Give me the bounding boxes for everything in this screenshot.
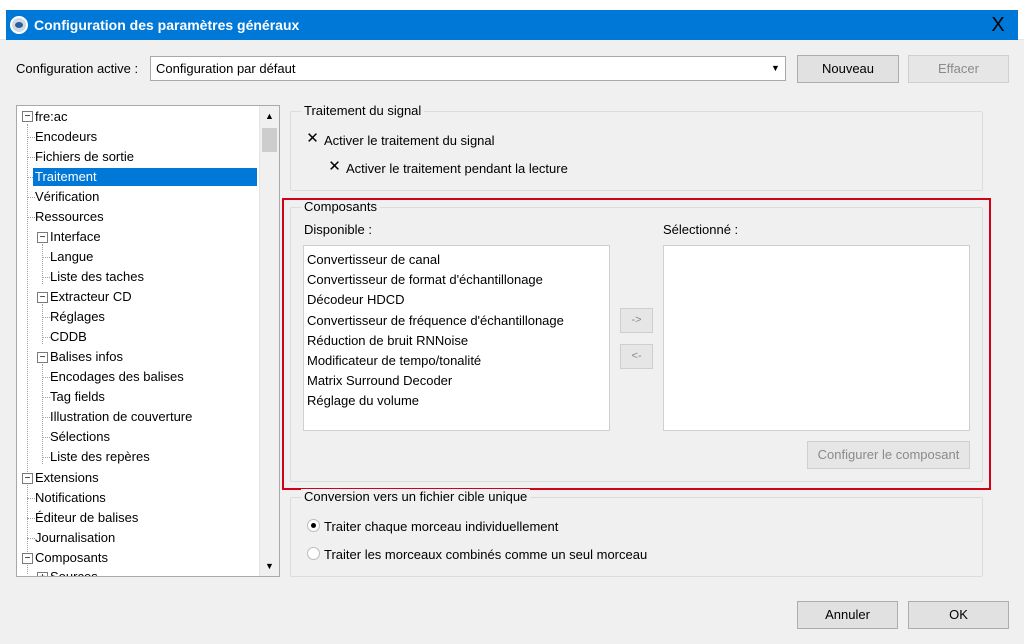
scroll-down-icon[interactable]: ▼ <box>260 556 279 576</box>
tree-item-balises-infos[interactable]: Balises infos <box>50 348 123 366</box>
tree-branch <box>42 257 50 258</box>
tree-item-sources[interactable]: Sources <box>50 568 98 576</box>
tree-item-journalisation[interactable]: Journalisation <box>35 529 115 547</box>
tree-item-verification[interactable]: Vérification <box>35 188 99 206</box>
scroll-thumb[interactable] <box>262 128 277 152</box>
tree-branch <box>27 197 35 198</box>
cancel-button[interactable]: Annuler <box>797 601 898 629</box>
tree-item-illustration[interactable]: Illustration de couverture <box>50 408 192 426</box>
tree-item-reglages[interactable]: Réglages <box>50 308 105 326</box>
tree-expander-icon[interactable]: − <box>22 111 33 122</box>
active-config-label: Configuration active : <box>16 61 139 76</box>
tree-expander-icon[interactable]: + <box>37 572 48 576</box>
combined-radio-label[interactable]: Traiter les morceaux combinés comme un s… <box>324 547 647 562</box>
tree-branch <box>42 317 50 318</box>
tree-branch <box>27 137 35 138</box>
tree-item-composants[interactable]: Composants <box>35 549 108 567</box>
highlight-frame <box>282 198 991 490</box>
tree-item-langue[interactable]: Langue <box>50 248 93 266</box>
signal-processing-title: Traitement du signal <box>301 103 425 118</box>
conversion-group: Conversion vers un fichier cible unique <box>290 489 983 577</box>
tree-expander-icon[interactable]: − <box>37 292 48 303</box>
settings-tree[interactable]: − fre:ac Encodeurs Fichiers de sortie Tr… <box>16 105 280 577</box>
tree-branch <box>27 157 35 158</box>
tree-item-traitement[interactable]: Traitement <box>33 168 257 186</box>
enable-playback-label[interactable]: Activer le traitement pendant la lecture <box>346 161 568 176</box>
tree-branch <box>42 457 50 458</box>
tree-branch <box>27 518 35 519</box>
tree-item-ressources[interactable]: Ressources <box>35 208 104 226</box>
tree-branch <box>42 377 50 378</box>
tree-branch <box>42 417 50 418</box>
tree-item-extracteur-cd[interactable]: Extracteur CD <box>50 288 132 306</box>
tree-guide-line <box>42 304 43 344</box>
tree-scrollbar[interactable]: ▲ ▼ <box>259 106 279 576</box>
close-icon[interactable]: X <box>986 13 1010 37</box>
tree-item-extensions[interactable]: Extensions <box>35 469 99 487</box>
tree-guide-line <box>42 364 43 464</box>
tree-guide-line <box>27 124 28 574</box>
tree-item-encodages-balises[interactable]: Encodages des balises <box>50 368 184 386</box>
app-icon <box>10 16 28 34</box>
individual-radio[interactable] <box>307 519 320 532</box>
tree-expander-icon[interactable]: − <box>37 232 48 243</box>
enable-processing-label[interactable]: Activer le traitement du signal <box>324 133 495 148</box>
delete-config-button[interactable]: Effacer <box>908 55 1009 83</box>
tree-item-encodeurs[interactable]: Encodeurs <box>35 128 97 146</box>
window-title: Configuration des paramètres généraux <box>34 17 300 33</box>
conversion-title: Conversion vers un fichier cible unique <box>301 489 531 504</box>
title-bar-inner: Configuration des paramètres généraux X <box>6 10 1018 40</box>
tree-guide-line <box>42 244 43 284</box>
tree-branch <box>42 277 50 278</box>
title-bar: Configuration des paramètres généraux X <box>0 0 1024 40</box>
tree-expander-icon[interactable]: − <box>37 352 48 363</box>
new-config-button[interactable]: Nouveau <box>797 55 899 83</box>
active-config-value: Configuration par défaut <box>156 61 296 76</box>
tree-item-editeur-balises[interactable]: Éditeur de balises <box>35 509 138 527</box>
tree-item-selections[interactable]: Sélections <box>50 428 110 446</box>
tree-item-liste-taches[interactable]: Liste des taches <box>50 268 144 286</box>
tree-expander-icon[interactable]: − <box>22 473 33 484</box>
combined-radio[interactable] <box>307 547 320 560</box>
tree-item-cddb[interactable]: CDDB <box>50 328 87 346</box>
tree-branch <box>42 397 50 398</box>
individual-radio-label[interactable]: Traiter chaque morceau individuellement <box>324 519 558 534</box>
tree-branch <box>27 217 35 218</box>
tree-item-notifications[interactable]: Notifications <box>35 489 106 507</box>
tree-branch <box>27 498 35 499</box>
tree-item-interface[interactable]: Interface <box>50 228 101 246</box>
tree-branch <box>42 437 50 438</box>
tree-branch <box>42 337 50 338</box>
signal-processing-group: Traitement du signal <box>290 103 983 191</box>
enable-processing-checkbox[interactable]: ✕ <box>306 131 319 146</box>
tree-item-liste-reperes[interactable]: Liste des repères <box>50 448 150 466</box>
scroll-up-icon[interactable]: ▲ <box>260 106 279 126</box>
enable-playback-checkbox[interactable]: ✕ <box>328 159 341 174</box>
tree-item-tag-fields[interactable]: Tag fields <box>50 388 105 406</box>
tree-expander-icon[interactable]: − <box>22 553 33 564</box>
tree-branch <box>27 538 35 539</box>
active-config-select[interactable]: Configuration par défaut ▼ <box>150 56 786 81</box>
ok-button[interactable]: OK <box>908 601 1009 629</box>
chevron-down-icon[interactable]: ▼ <box>765 57 785 80</box>
tree-item-fichiers-sortie[interactable]: Fichiers de sortie <box>35 148 134 166</box>
tree-item-freac[interactable]: fre:ac <box>35 108 68 126</box>
